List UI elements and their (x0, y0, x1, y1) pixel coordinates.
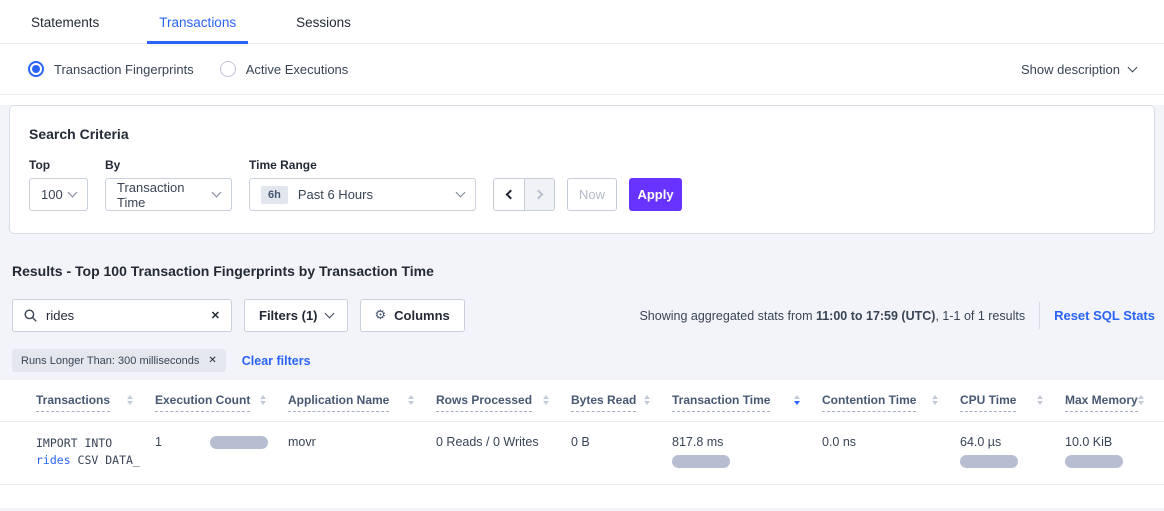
time-range-badge: 6h (261, 186, 288, 204)
by-select[interactable]: Transaction Time (105, 178, 232, 211)
column-header-transactions[interactable]: Transactions (0, 393, 155, 412)
column-header-bytes-read[interactable]: Bytes Read (571, 393, 672, 412)
search-criteria-card: Search Criteria Top 100 By Transaction T… (9, 105, 1155, 234)
tab-transactions[interactable]: Transactions (153, 15, 242, 43)
table-row: IMPORT INTO rides CSV DATA_ 1 movr 0 Rea… (0, 422, 1164, 485)
cpu-time-bar (960, 455, 1018, 468)
show-description-label: Show description (1021, 62, 1120, 77)
chevron-down-icon (456, 188, 466, 198)
time-range-value: Past 6 Hours (298, 187, 373, 202)
time-nav-group (493, 178, 555, 211)
column-header-application-name[interactable]: Application Name (288, 393, 436, 412)
reset-sql-stats-link[interactable]: Reset SQL Stats (1054, 308, 1155, 323)
radio-transaction-fingerprints[interactable]: Transaction Fingerprints (28, 61, 194, 77)
sort-icon (1138, 395, 1144, 405)
remove-filter-icon[interactable]: ✕ (208, 355, 216, 366)
results-table: Transactions Execution Count Application… (0, 380, 1164, 508)
bytes-read-value: 0 B (571, 435, 672, 449)
show-description-toggle[interactable]: Show description (1021, 62, 1136, 77)
radio-label: Transaction Fingerprints (54, 62, 194, 77)
cpu-time-value: 64.0 µs (960, 435, 1065, 449)
page-tabs: Statements Transactions Sessions (0, 0, 1164, 44)
application-name-value: movr (288, 435, 436, 449)
by-label: By (105, 158, 232, 172)
results-toolbar: ✕ Filters (1) ⚙ Columns Showing aggregat… (12, 299, 1155, 332)
radio-label: Active Executions (246, 62, 349, 77)
previous-time-button[interactable] (494, 179, 524, 210)
radio-selected-icon (28, 61, 44, 77)
next-time-button[interactable] (524, 179, 554, 210)
sort-icon (408, 395, 414, 405)
top-select[interactable]: 100 (29, 178, 88, 211)
clear-filters-link[interactable]: Clear filters (242, 354, 311, 368)
column-header-contention-time[interactable]: Contention Time (822, 393, 960, 412)
columns-label: Columns (394, 308, 450, 323)
stats-time-range: 11:00 to 17:59 (UTC) (816, 309, 935, 323)
by-select-value: Transaction Time (117, 180, 213, 210)
results-heading: Results - Top 100 Transaction Fingerprin… (12, 263, 1164, 279)
filter-chips-row: Runs Longer Than: 300 milliseconds ✕ Cle… (12, 349, 1164, 372)
sort-icon (127, 395, 133, 405)
tab-statements[interactable]: Statements (25, 15, 105, 43)
sort-icon (644, 395, 650, 405)
column-header-rows-processed[interactable]: Rows Processed (436, 393, 571, 412)
apply-button[interactable]: Apply (629, 178, 682, 211)
search-criteria-title: Search Criteria (29, 126, 1135, 142)
column-header-cpu-time[interactable]: CPU Time (960, 393, 1065, 412)
search-input[interactable] (46, 308, 211, 323)
sort-icon (1037, 395, 1043, 405)
radio-unselected-icon (220, 61, 236, 77)
column-header-transaction-time[interactable]: Transaction Time (672, 393, 822, 412)
chevron-down-icon (68, 188, 78, 198)
sort-icon-active-desc (794, 395, 800, 405)
columns-button[interactable]: ⚙ Columns (360, 299, 465, 332)
max-memory-bar (1065, 455, 1123, 468)
max-memory-value: 10.0 KiB (1065, 435, 1164, 449)
chevron-down-icon (1128, 62, 1138, 72)
aggregated-stats-text: Showing aggregated stats from 11:00 to 1… (639, 309, 1025, 323)
column-header-max-memory[interactable]: Max Memory (1065, 393, 1164, 412)
contention-time-value: 0.0 ns (822, 435, 960, 449)
clear-search-icon[interactable]: ✕ (211, 309, 220, 322)
table-header-row: Transactions Execution Count Application… (0, 380, 1164, 422)
transaction-time-bar (672, 455, 730, 468)
top-select-value: 100 (41, 187, 63, 202)
search-icon (24, 309, 37, 322)
search-match-highlight: rides (36, 453, 71, 467)
filter-chip-label: Runs Longer Than: 300 milliseconds (21, 355, 199, 367)
chevron-right-icon (534, 190, 544, 200)
time-range-label: Time Range (249, 158, 476, 172)
top-label: Top (29, 158, 88, 172)
chevron-down-icon (324, 309, 334, 319)
search-box: ✕ (12, 299, 232, 332)
sort-icon (543, 395, 549, 405)
sort-icon (260, 395, 266, 405)
now-button[interactable]: Now (567, 178, 617, 211)
filters-label: Filters (1) (259, 308, 318, 323)
execution-count-value: 1 (155, 435, 210, 449)
page-body: Search Criteria Top 100 By Transaction T… (0, 105, 1164, 511)
execution-count-bar (210, 436, 268, 449)
vertical-divider (1039, 302, 1040, 329)
view-toggle-bar: Transaction Fingerprints Active Executio… (0, 44, 1164, 95)
filter-chip: Runs Longer Than: 300 milliseconds ✕ (12, 349, 226, 372)
rows-processed-value: 0 Reads / 0 Writes (436, 435, 571, 449)
filters-button[interactable]: Filters (1) (244, 299, 348, 332)
time-range-select[interactable]: 6h Past 6 Hours (249, 178, 476, 211)
chevron-left-icon (505, 190, 515, 200)
chevron-down-icon (212, 188, 222, 198)
gear-icon: ⚙ (375, 308, 387, 323)
transaction-fingerprint-link[interactable]: IMPORT INTO rides CSV DATA_ (36, 435, 155, 469)
sort-icon (932, 395, 938, 405)
transaction-time-value: 817.8 ms (672, 435, 822, 449)
radio-active-executions[interactable]: Active Executions (220, 61, 349, 77)
column-header-execution-count[interactable]: Execution Count (155, 393, 288, 412)
tab-sessions[interactable]: Sessions (290, 15, 357, 43)
